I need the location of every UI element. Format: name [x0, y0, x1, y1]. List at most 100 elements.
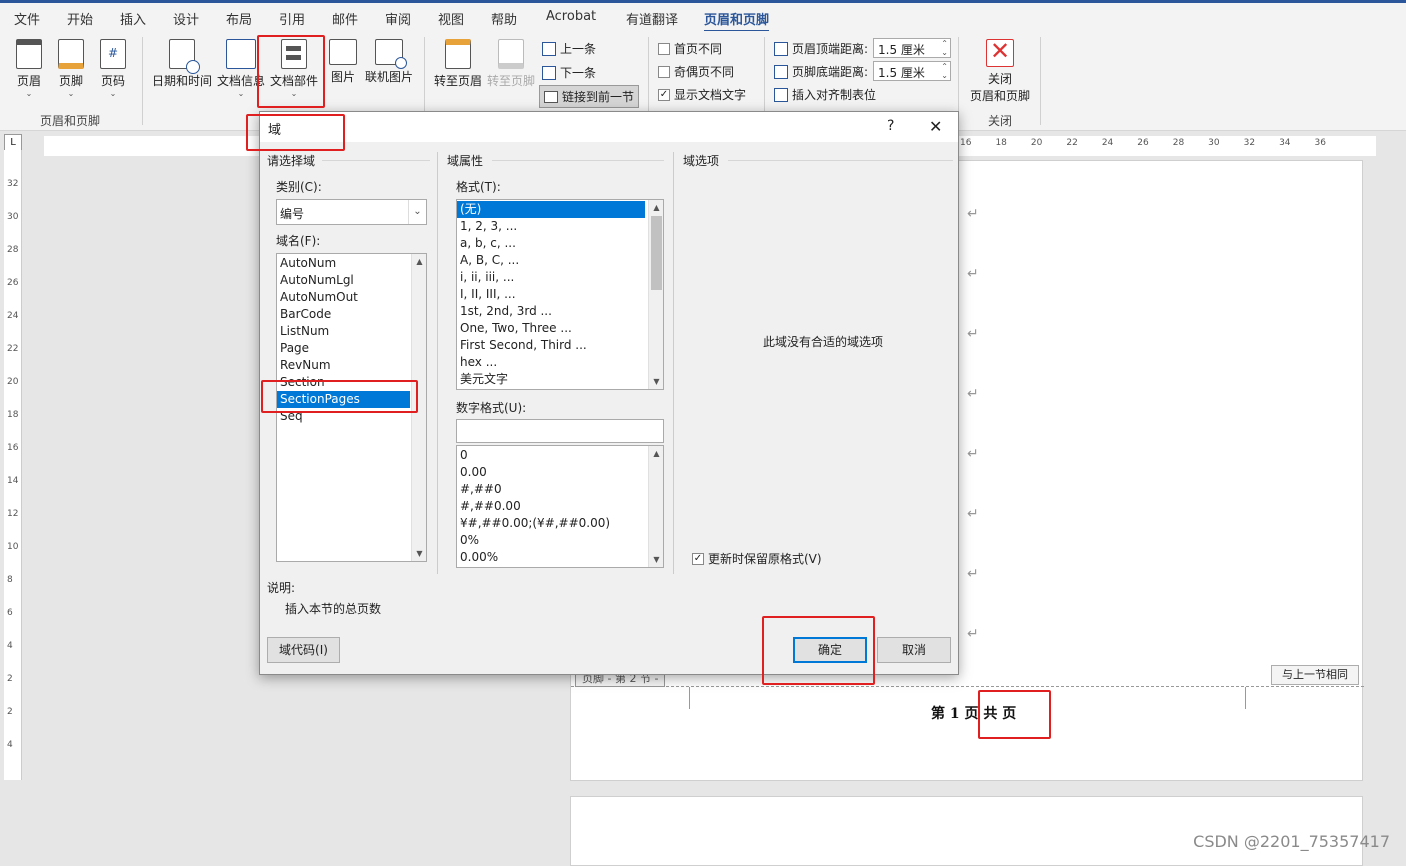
preserve-format-checkbox[interactable]: ✓ 更新时保留原格式(V): [692, 550, 822, 567]
vruler-tick: 10: [7, 542, 19, 552]
list-item[interactable]: AutoNum: [277, 255, 426, 272]
list-item[interactable]: #,##0.00: [457, 498, 663, 515]
paragraph-mark: ↵: [967, 626, 979, 642]
chevron-up-icon[interactable]: ▲: [649, 200, 663, 215]
checkbox-checked-icon[interactable]: ✓: [692, 552, 704, 565]
tab-layout[interactable]: 布局: [226, 9, 252, 28]
show-document-text-checkbox[interactable]: ✓ 显示文档文字: [658, 86, 746, 103]
help-button[interactable]: ?: [887, 118, 894, 134]
goto-footer-button[interactable]: 转至页脚: [487, 39, 535, 89]
column-divider: [673, 152, 674, 574]
spinner-arrows-icon[interactable]: ⌃ ⌄: [941, 62, 948, 80]
checkbox-box[interactable]: [658, 65, 670, 78]
category-select[interactable]: 编号 ⌄: [276, 199, 427, 225]
list-item[interactable]: 0: [457, 447, 663, 464]
vruler-tick: 24: [7, 311, 19, 321]
list-item[interactable]: BarCode: [277, 306, 426, 323]
chevron-down-icon[interactable]: ▼: [649, 374, 663, 389]
close-x-icon: ✕: [986, 37, 1014, 67]
list-item[interactable]: i, ii, iii, ...: [457, 269, 663, 286]
tab-help[interactable]: 帮助: [491, 9, 517, 28]
number-format-list[interactable]: 0 0.00 #,##0 #,##0.00 ¥#,##0.00;(¥#,##0.…: [456, 445, 664, 568]
footer-bottom-distance-value: 1.5 厘米: [878, 66, 925, 80]
spinner-arrows-icon[interactable]: ⌃ ⌄: [941, 39, 948, 57]
list-item[interactable]: One, Two, Three ...: [457, 320, 663, 337]
tab-mailings[interactable]: 邮件: [332, 9, 358, 28]
list-item[interactable]: Page: [277, 340, 426, 357]
list-item[interactable]: RevNum: [277, 357, 426, 374]
list-item[interactable]: 0.00: [457, 464, 663, 481]
page-number-button[interactable]: # 页码 ⌄: [98, 39, 128, 98]
close-header-footer-button[interactable]: ✕ 关闭 页眉和页脚: [968, 37, 1032, 104]
checkbox-checked-icon[interactable]: ✓: [658, 88, 670, 101]
header-button[interactable]: 页眉 ⌄: [14, 39, 44, 98]
next-document-page: [570, 796, 1363, 866]
ruler-tick: 30: [1208, 138, 1220, 148]
list-item[interactable]: 0%: [457, 532, 663, 549]
vruler-tick: 4: [7, 740, 13, 750]
number-format-scrollbar[interactable]: ▲ ▼: [648, 446, 663, 567]
tab-references[interactable]: 引用: [279, 9, 305, 28]
next-button[interactable]: 下一条: [542, 64, 596, 81]
chevron-down-icon[interactable]: ⌄: [408, 200, 426, 224]
list-item[interactable]: 0.00%: [457, 549, 663, 566]
footer-button[interactable]: 页脚 ⌄: [56, 39, 86, 98]
chevron-up-icon[interactable]: ▲: [649, 446, 663, 461]
list-item[interactable]: hex ...: [457, 354, 663, 371]
tab-review[interactable]: 审阅: [385, 9, 411, 28]
list-item[interactable]: 美元文字: [457, 371, 663, 388]
format-list-scrollbar[interactable]: ▲ ▼: [648, 200, 663, 389]
list-item[interactable]: ¥#,##0.00;(¥#,##0.00): [457, 515, 663, 532]
tab-design[interactable]: 设计: [173, 9, 199, 28]
list-item[interactable]: I, II, III, ...: [457, 286, 663, 303]
field-codes-button[interactable]: 域代码(I): [267, 637, 340, 663]
chevron-down-icon[interactable]: ▼: [412, 546, 426, 561]
footer-bottom-distance-spinner[interactable]: 1.5 厘米 ⌃ ⌄: [873, 61, 951, 81]
vruler-tick: 16: [7, 443, 19, 453]
tab-youdao[interactable]: 有道翻译: [626, 9, 678, 28]
date-time-label: 日期和时间: [152, 74, 213, 88]
link-to-previous-button[interactable]: 链接到前一节: [539, 85, 640, 108]
calendar-clock-icon: [169, 39, 200, 74]
insert-alignment-tab-button[interactable]: 插入对齐制表位: [774, 86, 876, 103]
tab-header-footer[interactable]: 页眉和页脚: [704, 9, 770, 33]
number-format-input[interactable]: [456, 419, 664, 443]
tab-file[interactable]: 文件: [14, 9, 40, 28]
online-picture-button[interactable]: 联机图片: [364, 39, 414, 85]
list-item[interactable]: AutoNumLgl: [277, 272, 426, 289]
tab-insert[interactable]: 插入: [120, 9, 146, 28]
picture-button[interactable]: 图片: [328, 39, 358, 85]
ruler-tick: 34: [1279, 138, 1291, 148]
list-item[interactable]: AutoNumOut: [277, 289, 426, 306]
vruler-tick: 20: [7, 377, 19, 387]
paragraph-mark: ↵: [967, 326, 979, 342]
format-list[interactable]: (无) 1, 2, 3, ... a, b, c, ... A, B, C, .…: [456, 199, 664, 390]
chevron-up-icon[interactable]: ▲: [412, 254, 426, 269]
footer-button-label: 页脚: [58, 74, 83, 88]
date-time-button[interactable]: 日期和时间: [152, 39, 212, 89]
tab-home[interactable]: 开始: [67, 9, 93, 28]
margin-mark: [689, 687, 690, 709]
different-odd-even-checkbox[interactable]: 奇偶页不同: [658, 63, 734, 80]
goto-header-button[interactable]: 转至页眉: [434, 39, 482, 89]
tab-view[interactable]: 视图: [438, 9, 464, 28]
list-item[interactable]: 1, 2, 3, ...: [457, 218, 663, 235]
list-item[interactable]: a, b, c, ...: [457, 235, 663, 252]
checkbox-box[interactable]: [658, 42, 670, 55]
previous-button[interactable]: 上一条: [542, 40, 596, 57]
different-first-page-checkbox[interactable]: 首页不同: [658, 40, 722, 57]
list-item[interactable]: First Second, Third ...: [457, 337, 663, 354]
list-item[interactable]: #,##0: [457, 481, 663, 498]
list-item[interactable]: ListNum: [277, 323, 426, 340]
cancel-button[interactable]: 取消: [877, 637, 951, 663]
tab-acrobat[interactable]: Acrobat: [546, 9, 596, 24]
list-item-selected[interactable]: (无): [457, 201, 645, 218]
scrollbar-thumb[interactable]: [651, 216, 662, 290]
list-item[interactable]: 1st, 2nd, 3rd ...: [457, 303, 663, 320]
section-divider: [728, 160, 953, 161]
header-top-distance-spinner[interactable]: 1.5 厘米 ⌃ ⌄: [873, 38, 951, 58]
chevron-down-icon[interactable]: ▼: [649, 552, 663, 567]
close-icon[interactable]: ✕: [929, 117, 942, 136]
paragraph-mark: ↵: [967, 266, 979, 282]
list-item[interactable]: A, B, C, ...: [457, 252, 663, 269]
